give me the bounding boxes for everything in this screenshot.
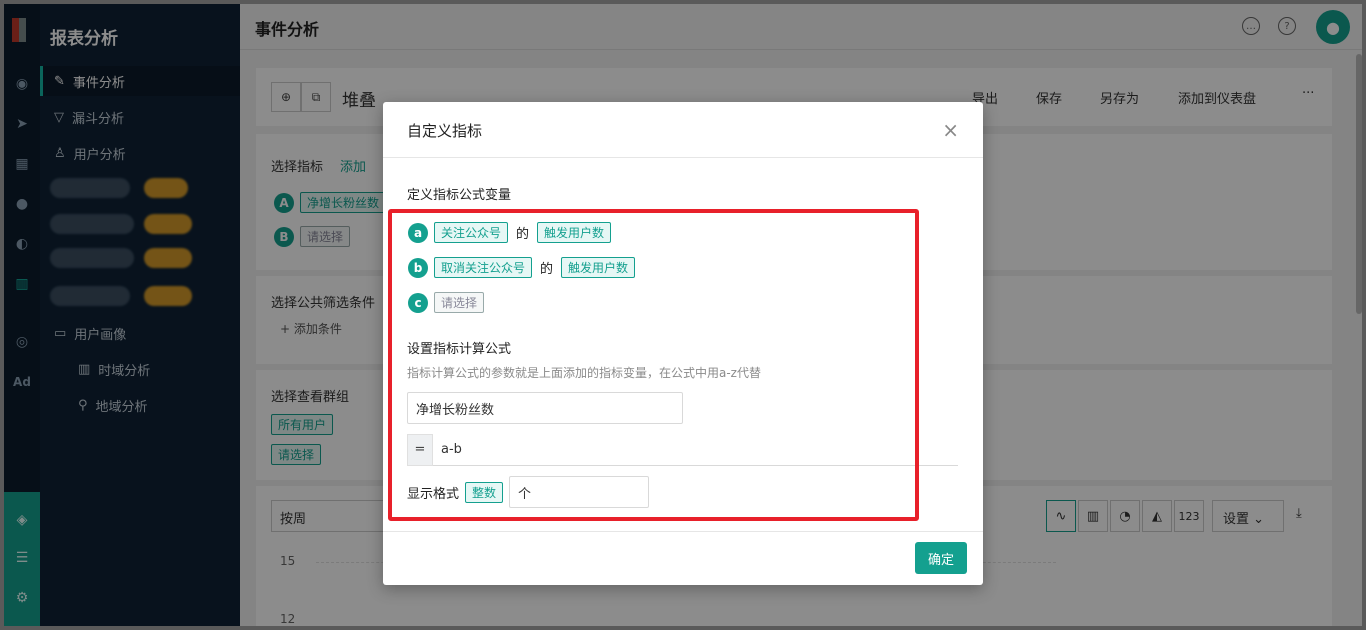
dialog-footer: 确定 [383,531,983,585]
confirm-button[interactable]: 确定 [915,542,967,574]
close-icon[interactable]: × [942,118,959,142]
dialog-title: 自定义指标 [407,122,483,140]
dialog-header: 自定义指标 × [383,102,983,158]
variables-title: 定义指标公式变量 [407,188,512,203]
highlight-box [388,209,919,521]
